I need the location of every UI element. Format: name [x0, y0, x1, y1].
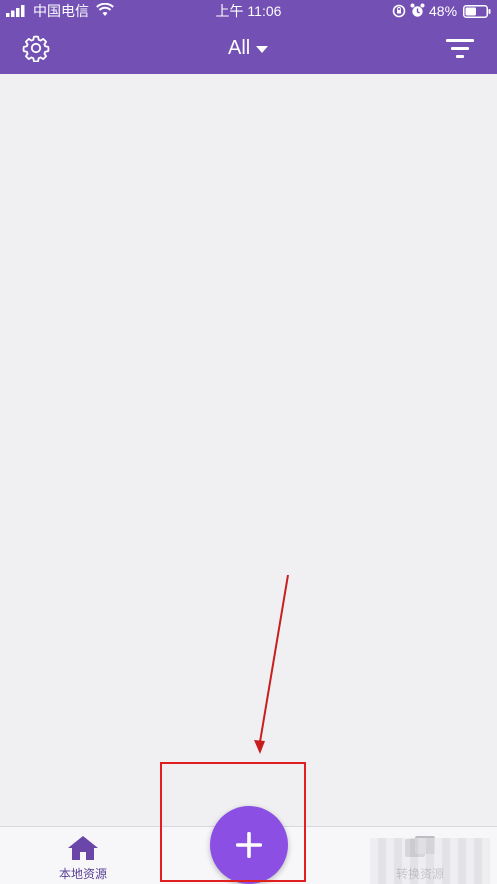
tab-converted-resources-label: 转换资源	[395, 867, 444, 881]
plus-icon	[236, 832, 262, 858]
status-bar: 中国电信 上午 11:06 48%	[0, 0, 497, 22]
convert-icon	[405, 836, 435, 857]
tab-converted-resources[interactable]: 转换资源	[380, 833, 460, 883]
caret-down-icon	[256, 45, 269, 53]
rotation-lock-icon	[392, 4, 406, 18]
tab-local-resources-label: 本地资源	[58, 867, 107, 881]
home-icon	[68, 836, 98, 860]
tab-local-resources[interactable]: 本地资源	[48, 833, 118, 883]
battery-icon	[463, 5, 491, 18]
battery-percent: 48%	[429, 3, 458, 19]
category-filter-dropdown[interactable]: All	[228, 36, 269, 60]
resource-list-area	[0, 74, 497, 826]
gear-icon[interactable]	[22, 34, 50, 62]
sort-icon[interactable]	[446, 37, 474, 59]
filter-label: All	[228, 37, 251, 59]
alarm-icon	[410, 3, 425, 17]
add-button[interactable]	[210, 806, 288, 884]
app-header: 中国电信 上午 11:06 48% All	[0, 0, 497, 74]
